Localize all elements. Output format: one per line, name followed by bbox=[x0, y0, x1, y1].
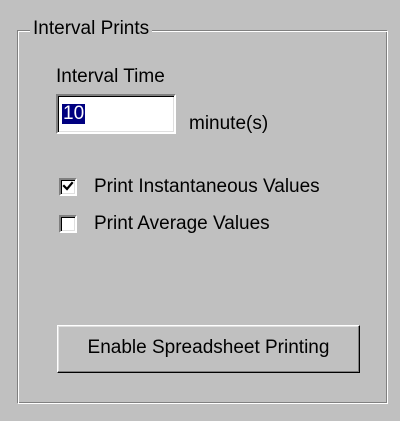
interval-time-label: Interval Time bbox=[56, 66, 165, 87]
print-average-checkbox[interactable] bbox=[59, 215, 77, 233]
interval-time-input[interactable]: 10 bbox=[56, 94, 176, 134]
print-instantaneous-checkbox[interactable] bbox=[59, 178, 77, 196]
print-instantaneous-label[interactable]: Print Instantaneous Values bbox=[94, 176, 320, 198]
check-mark-icon bbox=[62, 181, 74, 191]
enable-spreadsheet-printing-button[interactable]: Enable Spreadsheet Printing bbox=[57, 325, 360, 373]
groupbox-title: Interval Prints bbox=[30, 18, 153, 40]
interval-unit-label: minute(s) bbox=[189, 113, 269, 134]
interval-time-value: 10 bbox=[62, 103, 86, 124]
print-average-label[interactable]: Print Average Values bbox=[94, 213, 270, 235]
